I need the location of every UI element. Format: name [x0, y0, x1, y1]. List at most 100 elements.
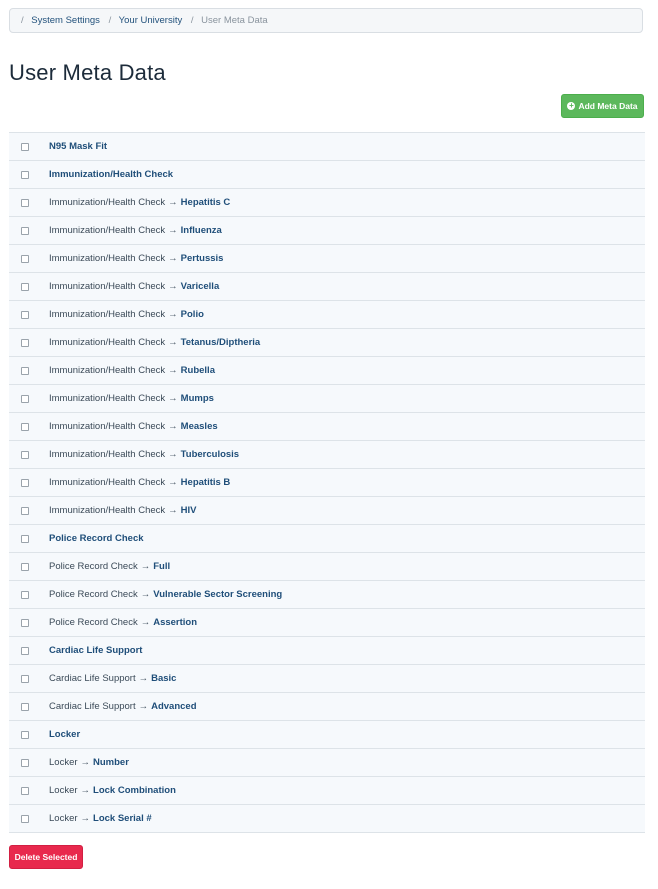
- list-item: Locker → Number: [9, 749, 645, 777]
- arrow-right-icon: →: [168, 337, 178, 348]
- arrow-right-icon: →: [168, 365, 178, 376]
- row-name-link[interactable]: Basic: [151, 673, 176, 684]
- row-name-link[interactable]: Full: [153, 561, 170, 572]
- add-meta-data-button[interactable]: + Add Meta Data: [561, 94, 644, 118]
- row-checkbox[interactable]: [21, 338, 29, 347]
- row-checkbox[interactable]: [21, 534, 29, 543]
- list-item: Locker: [9, 721, 645, 749]
- row-name-link[interactable]: Locker: [49, 729, 80, 740]
- row-parent-label: Immunization/Health Check: [49, 337, 166, 348]
- row-checkbox[interactable]: [21, 646, 29, 655]
- row-name-link[interactable]: HIV: [181, 505, 197, 516]
- row-checkbox[interactable]: [21, 674, 29, 683]
- list-item: Immunization/Health Check → Tuberculosis: [9, 441, 645, 469]
- list-item: Locker → Lock Serial #: [9, 805, 645, 833]
- list-item: Immunization/Health Check → Polio: [9, 301, 645, 329]
- arrow-right-icon: →: [168, 477, 178, 488]
- row-checkbox[interactable]: [21, 170, 29, 179]
- row-name-link[interactable]: Mumps: [181, 393, 214, 404]
- row-checkbox[interactable]: [21, 366, 29, 375]
- add-meta-data-label: Add Meta Data: [578, 101, 638, 111]
- list-item: Police Record Check → Full: [9, 553, 645, 581]
- arrow-right-icon: →: [168, 449, 178, 460]
- row-checkbox[interactable]: [21, 786, 29, 795]
- row-name-link[interactable]: Hepatitis B: [181, 477, 231, 488]
- arrow-right-icon: →: [168, 281, 178, 292]
- row-parent-label: Police Record Check: [49, 617, 138, 628]
- list-item: Cardiac Life Support: [9, 637, 645, 665]
- row-checkbox[interactable]: [21, 254, 29, 263]
- plus-circle-icon: +: [567, 101, 576, 110]
- row-checkbox[interactable]: [21, 450, 29, 459]
- row-name-link[interactable]: Rubella: [181, 365, 215, 376]
- row-name-link[interactable]: Cardiac Life Support: [49, 645, 142, 656]
- row-name-link[interactable]: Advanced: [151, 701, 196, 712]
- breadcrumb-link-your-university[interactable]: Your University: [119, 15, 183, 26]
- row-parent-label: Police Record Check: [49, 561, 138, 572]
- list-item: Police Record Check → Vulnerable Sector Sc…: [9, 581, 645, 609]
- list-item: Immunization/Health Check → Hepatitis B: [9, 469, 645, 497]
- row-checkbox[interactable]: [21, 618, 29, 627]
- row-name-link[interactable]: Influenza: [181, 225, 222, 236]
- delete-selected-button[interactable]: Delete Selected: [9, 845, 83, 869]
- row-name-link[interactable]: Tetanus/Diptheria: [181, 337, 261, 348]
- list-item: Cardiac Life Support → Basic: [9, 665, 645, 693]
- row-checkbox[interactable]: [21, 198, 29, 207]
- row-name-link[interactable]: Varicella: [181, 281, 220, 292]
- row-checkbox[interactable]: [21, 758, 29, 767]
- row-name-link[interactable]: Hepatitis C: [181, 197, 231, 208]
- row-parent-label: Immunization/Health Check: [49, 253, 166, 264]
- arrow-right-icon: →: [168, 421, 178, 432]
- row-parent-label: Immunization/Health Check: [49, 281, 166, 292]
- meta-data-list: N95 Mask Fit Immunization/Health Check Imm…: [9, 132, 645, 833]
- breadcrumb-current: User Meta Data: [201, 15, 268, 26]
- row-checkbox[interactable]: [21, 226, 29, 235]
- row-name-link[interactable]: Tuberculosis: [181, 449, 239, 460]
- list-item: Immunization/Health Check → Rubella: [9, 357, 645, 385]
- list-item: Immunization/Health Check: [9, 161, 645, 189]
- arrow-right-icon: →: [140, 617, 151, 628]
- row-name-link[interactable]: N95 Mask Fit: [49, 141, 107, 152]
- row-name-link[interactable]: Lock Combination: [93, 785, 176, 796]
- row-parent-label: Locker: [49, 785, 78, 796]
- breadcrumb-separator: /: [190, 15, 194, 26]
- breadcrumb-link-system-settings[interactable]: System Settings: [31, 15, 100, 26]
- row-parent-label: Immunization/Health Check: [49, 477, 166, 488]
- row-name-link[interactable]: Immunization/Health Check: [49, 169, 173, 180]
- arrow-right-icon: →: [140, 589, 151, 600]
- breadcrumb-separator: /: [108, 15, 112, 26]
- row-checkbox[interactable]: [21, 506, 29, 515]
- row-parent-label: Cardiac Life Support: [49, 673, 136, 684]
- row-name-link[interactable]: Number: [93, 757, 129, 768]
- row-checkbox[interactable]: [21, 590, 29, 599]
- arrow-right-icon: →: [168, 505, 178, 516]
- row-checkbox[interactable]: [21, 394, 29, 403]
- row-checkbox[interactable]: [21, 478, 29, 487]
- row-checkbox[interactable]: [21, 422, 29, 431]
- arrow-right-icon: →: [168, 253, 178, 264]
- row-checkbox[interactable]: [21, 562, 29, 571]
- row-name-link[interactable]: Assertion: [153, 617, 197, 628]
- row-parent-label: Locker: [49, 757, 78, 768]
- row-parent-label: Immunization/Health Check: [49, 365, 166, 376]
- arrow-right-icon: →: [168, 309, 178, 320]
- row-parent-label: Immunization/Health Check: [49, 225, 166, 236]
- row-name-link[interactable]: Pertussis: [181, 253, 224, 264]
- row-checkbox[interactable]: [21, 814, 29, 823]
- list-item: N95 Mask Fit: [9, 133, 645, 161]
- row-checkbox[interactable]: [21, 142, 29, 151]
- row-parent-label: Locker: [49, 813, 78, 824]
- arrow-right-icon: →: [168, 197, 178, 208]
- row-name-link[interactable]: Vulnerable Sector Screening: [153, 589, 282, 600]
- row-name-link[interactable]: Police Record Check: [49, 533, 144, 544]
- row-checkbox[interactable]: [21, 730, 29, 739]
- row-checkbox[interactable]: [21, 282, 29, 291]
- row-checkbox[interactable]: [21, 702, 29, 711]
- row-checkbox[interactable]: [21, 310, 29, 319]
- row-parent-label: Immunization/Health Check: [49, 393, 166, 404]
- row-name-link[interactable]: Polio: [181, 309, 204, 320]
- row-name-link[interactable]: Measles: [181, 421, 218, 432]
- row-name-link[interactable]: Lock Serial #: [93, 813, 152, 824]
- list-item: Cardiac Life Support → Advanced: [9, 693, 645, 721]
- arrow-right-icon: →: [140, 561, 151, 572]
